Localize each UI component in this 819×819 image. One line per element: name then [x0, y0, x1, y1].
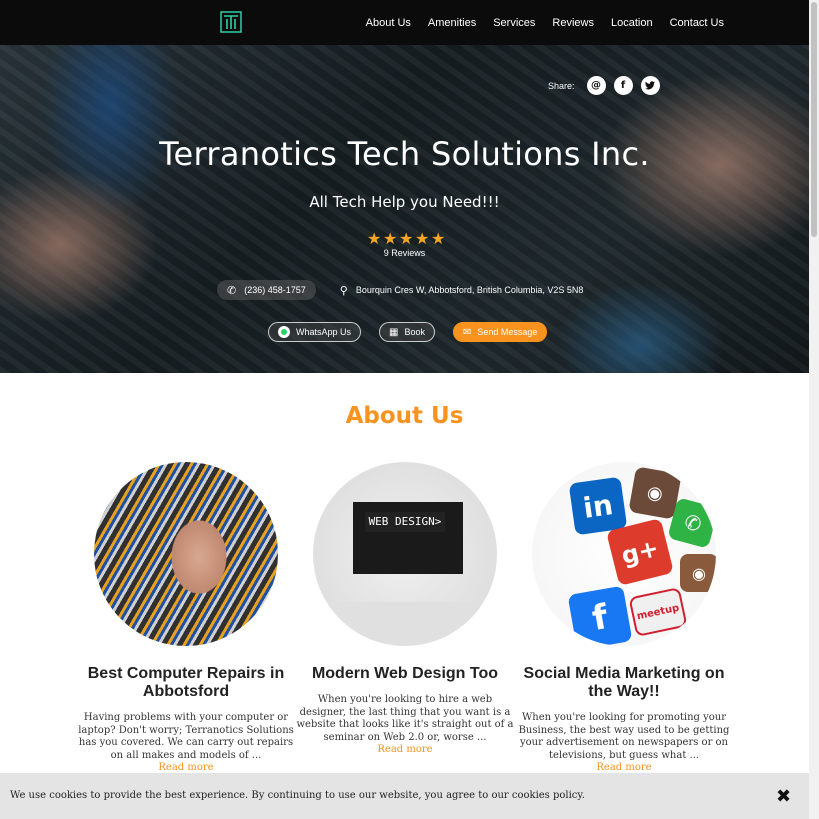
star-rating[interactable]: ★ ★ ★ ★ ★: [367, 229, 446, 248]
star-icon: ★: [383, 229, 398, 248]
email-icon[interactable]: @: [586, 76, 606, 95]
location-pin-icon: ⚲: [339, 283, 348, 297]
envelope-icon: ✉: [463, 326, 472, 338]
about-section-title: About Us: [345, 403, 464, 429]
nav-link-contact-us[interactable]: Contact Us: [670, 17, 724, 29]
phone-icon: ✆: [227, 283, 237, 297]
facebook-icon[interactable]: f: [613, 76, 633, 95]
page-scrollbar[interactable]: [809, 0, 819, 819]
nav-link-location[interactable]: Location: [611, 17, 653, 29]
card-heading: Modern Web Design Too: [311, 665, 499, 682]
card-text: When you're looking for promoting your B…: [518, 712, 730, 761]
card-social-media: in ◉ ✆ g+ ◉ f meetup Social Media Market…: [515, 462, 733, 773]
hero-actions: WhatsApp Us ▦ Book ✉ Send Message: [268, 322, 548, 342]
star-icon: ★: [415, 229, 430, 248]
star-icon: ★: [367, 229, 382, 248]
star-icon: ★: [431, 229, 446, 248]
nav-link-reviews[interactable]: Reviews: [552, 17, 594, 29]
cookie-text: We use cookies to provide the best exper…: [10, 790, 585, 801]
page: About Us Amenities Services Reviews Loca…: [0, 0, 809, 819]
instagram-icon-2: ◉: [680, 554, 716, 592]
nav-link-amenities[interactable]: Amenities: [428, 17, 476, 29]
about-cards: Best Computer Repairs in Abbotsford Havi…: [77, 462, 733, 773]
cookie-banner: We use cookies to provide the best exper…: [0, 773, 809, 819]
card-text: Having problems with your computer or la…: [78, 712, 294, 761]
linkedin-icon: in: [568, 476, 628, 536]
phone-number: (236) 458-1757: [244, 285, 306, 295]
hero-banner: Share: @ f Terranotics Tech Solutions In…: [0, 45, 809, 373]
star-icon: ★: [399, 229, 414, 248]
whatsapp-icon: [278, 326, 290, 338]
google-plus-icon: g+: [606, 518, 674, 586]
card-heading: Best Computer Repairs in Abbotsford: [87, 665, 285, 700]
address-pill[interactable]: ⚲ Bourquin Cres W, Abbotsford, British C…: [330, 280, 594, 300]
facebook-logo-icon: f: [567, 585, 633, 646]
card-heading: Social Media Marketing on the Way!!: [523, 665, 725, 700]
hero-subtitle: All Tech Help you Need!!!: [309, 193, 500, 211]
book-button[interactable]: ▦ Book: [379, 322, 435, 342]
send-message-button[interactable]: ✉ Send Message: [453, 322, 548, 342]
share-label: Share:: [548, 80, 575, 91]
scrollbar-thumb[interactable]: [811, 2, 817, 237]
book-label: Book: [404, 327, 425, 337]
address-text: Bourquin Cres W, Abbotsford, British Col…: [355, 285, 584, 295]
phone-pill[interactable]: ✆ (236) 458-1757: [217, 280, 316, 300]
computer-repair-image: [94, 462, 278, 646]
read-more-link[interactable]: Read more: [596, 762, 651, 773]
web-design-screen-text: WEB DESIGN>: [365, 512, 445, 532]
close-icon[interactable]: ✖: [776, 786, 791, 807]
web-design-image: WEB DESIGN>: [313, 462, 497, 646]
hero-title: Terranotics Tech Solutions Inc.: [159, 135, 650, 173]
nav-links: About Us Amenities Services Reviews Loca…: [366, 0, 724, 45]
read-more-link[interactable]: Read more: [377, 744, 432, 755]
reviews-count[interactable]: 9 Reviews: [0, 248, 809, 258]
meetup-icon: meetup: [628, 587, 688, 637]
calendar-icon: ▦: [389, 326, 399, 338]
nav-link-services[interactable]: Services: [493, 17, 535, 29]
card-text: When you're looking to hire a web design…: [296, 694, 514, 743]
logo-icon[interactable]: [220, 11, 242, 33]
whatsapp-label: WhatsApp Us: [296, 327, 352, 337]
card-computer-repairs: Best Computer Repairs in Abbotsford Havi…: [77, 462, 295, 773]
read-more-link[interactable]: Read more: [158, 762, 213, 773]
share-bar: Share: @ f: [548, 76, 660, 95]
send-message-label: Send Message: [477, 327, 538, 337]
card-web-design: WEB DESIGN> Modern Web Design Too When y…: [296, 462, 514, 773]
social-media-image: in ◉ ✆ g+ ◉ f meetup: [532, 462, 716, 646]
contact-info-row: ✆ (236) 458-1757 ⚲ Bourquin Cres W, Abbo…: [217, 280, 593, 300]
nav-link-about-us[interactable]: About Us: [366, 17, 411, 29]
twitter-icon[interactable]: [640, 76, 660, 95]
top-navbar: About Us Amenities Services Reviews Loca…: [0, 0, 809, 45]
whatsapp-button[interactable]: WhatsApp Us: [268, 322, 362, 342]
